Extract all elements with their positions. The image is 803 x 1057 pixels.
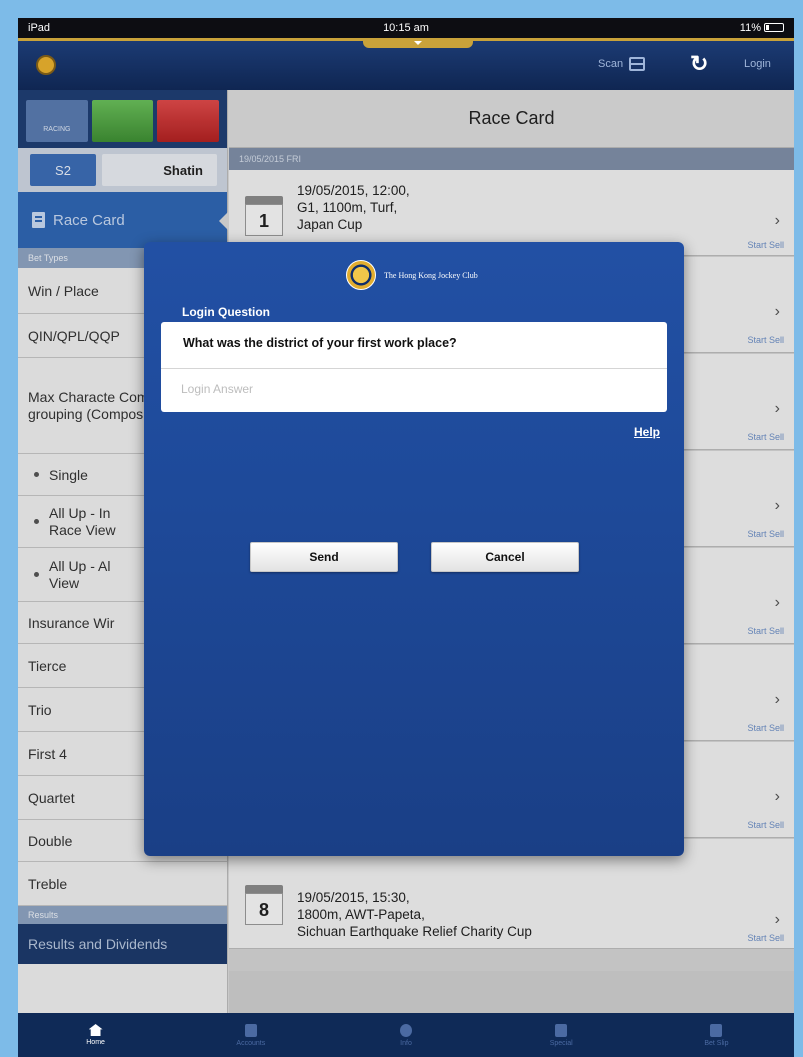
login-question-dialog: The Hong Kong Jockey Club Login Question… — [144, 242, 684, 856]
tab-label: Info — [400, 1039, 412, 1047]
battery-icon — [764, 23, 784, 32]
ipad-screen: iPad 10:15 am 11% Scan ↻ Login RACING S2… — [18, 18, 794, 1057]
question-box: What was the district of your first work… — [161, 322, 667, 412]
cancel-button[interactable]: Cancel — [431, 542, 579, 572]
hkjc-logo-icon — [36, 55, 56, 75]
scan-icon — [629, 57, 646, 71]
clock: 10:15 am — [383, 22, 429, 34]
tab-special[interactable]: Special — [484, 1013, 639, 1057]
send-button[interactable]: Send — [250, 542, 398, 572]
tab-accounts[interactable]: Accounts — [173, 1013, 328, 1057]
app-header: Scan ↻ Login — [18, 38, 794, 90]
tab-label: Home — [86, 1039, 105, 1046]
security-question: What was the district of your first work… — [183, 336, 457, 350]
login-answer-input[interactable] — [181, 372, 651, 406]
status-bar: iPad 10:15 am 11% — [18, 18, 794, 38]
org-name: The Hong Kong Jockey Club — [384, 270, 478, 280]
login-question-label: Login Question — [182, 305, 270, 319]
login-button[interactable]: Login — [744, 58, 771, 70]
scan-button[interactable]: Scan — [598, 57, 646, 71]
divider — [161, 368, 667, 369]
scan-label: Scan — [598, 58, 624, 70]
battery-percent: 11% — [739, 22, 761, 34]
accounts-icon — [244, 1023, 257, 1037]
tab-label: Bet Slip — [704, 1039, 729, 1047]
betslip-icon — [710, 1023, 723, 1037]
special-icon — [555, 1023, 568, 1037]
tab-home[interactable]: Home — [18, 1013, 173, 1057]
tab-label: Special — [549, 1039, 573, 1047]
info-icon — [400, 1023, 412, 1037]
tab-bet-slip[interactable]: Bet Slip — [639, 1013, 794, 1057]
hkjc-logo: The Hong Kong Jockey Club — [346, 260, 478, 290]
pull-down-handle[interactable] — [363, 38, 473, 48]
battery-indicator: 11% — [740, 22, 784, 34]
help-link[interactable]: Help — [634, 425, 660, 439]
bottom-tab-bar: Home Accounts Info Special Bet Slip — [18, 1013, 794, 1057]
refresh-icon[interactable]: ↻ — [690, 51, 708, 77]
tab-info[interactable]: Info — [328, 1013, 483, 1057]
hkjc-emblem-icon — [346, 260, 376, 290]
home-icon — [88, 1024, 103, 1036]
tab-label: Accounts — [236, 1039, 266, 1047]
